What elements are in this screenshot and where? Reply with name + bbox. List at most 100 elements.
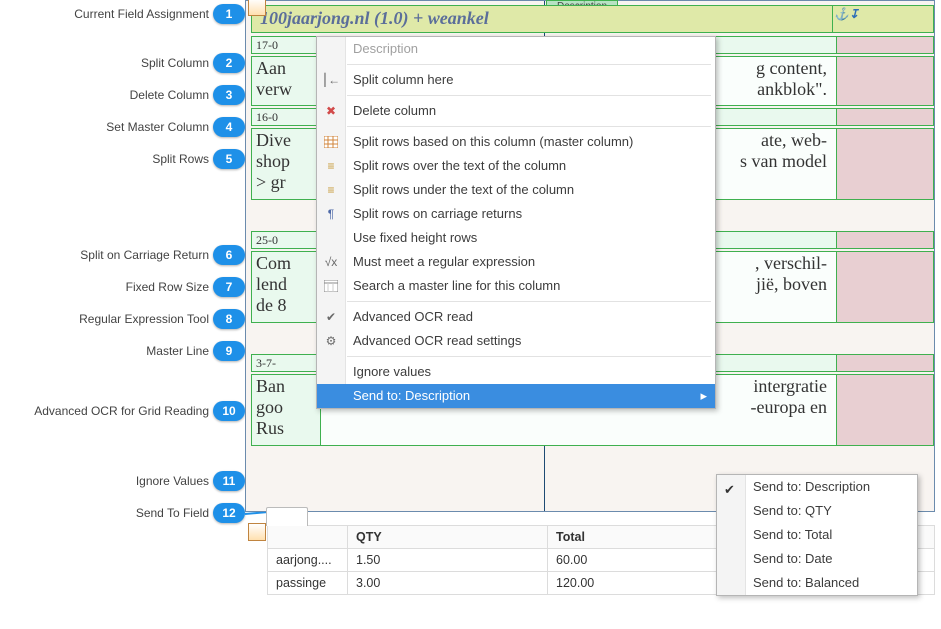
c: s van model xyxy=(740,151,827,171)
menu-split-rows-under[interactable]: ≡Split rows under the text of the column xyxy=(317,178,715,202)
mi-label: Delete column xyxy=(353,103,436,118)
callout-11: Ignore Values 11 xyxy=(0,471,245,491)
callout-4: Set Master Column4 xyxy=(0,117,245,137)
results-tab[interactable] xyxy=(266,507,308,526)
submenu-send-description[interactable]: ✔Send to: Description xyxy=(717,475,917,499)
menu-send-to[interactable]: Send to: Description ▸ xyxy=(317,384,715,408)
mi-label: Search a master line for this column xyxy=(353,278,560,293)
title-column-sep xyxy=(832,6,833,32)
column-context-menu: Description ⎮←Split column here ✖ Delete … xyxy=(316,36,716,409)
td: 3.00 xyxy=(348,572,548,595)
c: 17-0 xyxy=(252,37,321,53)
c: 3-7- xyxy=(252,355,321,371)
blank-icon xyxy=(323,230,339,246)
menu-master-line[interactable]: Search a master line for this column xyxy=(317,274,715,298)
callout-10-label: Advanced OCR for Grid Reading xyxy=(34,404,209,418)
grid-tool-icon[interactable] xyxy=(248,0,266,16)
c xyxy=(836,57,933,105)
anchor-icon[interactable]: ⚓↧ xyxy=(834,2,859,26)
menu-delete-column[interactable]: ✖ Delete column xyxy=(317,99,715,123)
menu-split-rows-over[interactable]: ≡Split rows over the text of the column xyxy=(317,154,715,178)
callout-3: Delete Column3 xyxy=(0,85,245,105)
menu-regex[interactable]: √x Must meet a regular expression xyxy=(317,250,715,274)
callout-5-label: Split Rows xyxy=(152,152,209,166)
menu-advanced-ocr[interactable]: ✔Advanced OCR read xyxy=(317,305,715,329)
mi-label: Split rows on carriage returns xyxy=(353,206,522,221)
th-qty[interactable]: QTY xyxy=(348,526,548,549)
callout-11-label: Ignore Values xyxy=(136,474,209,488)
c xyxy=(836,37,933,53)
mi-label: Send to: Description xyxy=(753,479,870,494)
callout-11-num: 11 xyxy=(213,471,245,491)
mi-label: Send to: Date xyxy=(753,551,833,566)
c: Ban xyxy=(256,376,285,396)
c: , verschil- xyxy=(755,253,827,273)
c: > gr xyxy=(256,172,286,192)
callout-5-num: 5 xyxy=(213,149,245,169)
c: Dive xyxy=(256,130,291,150)
menu-sep xyxy=(347,64,711,65)
callout-10: Advanced OCR for Grid Reading 10 xyxy=(0,401,245,421)
menu-split-carriage-return[interactable]: ¶Split rows on carriage returns xyxy=(317,202,715,226)
td: 1.50 xyxy=(348,549,548,572)
results-grid-icon[interactable] xyxy=(248,523,266,541)
submenu-send-total[interactable]: Send to: Total xyxy=(717,523,917,547)
callout-8-label: Regular Expression Tool xyxy=(79,312,209,326)
mi-label: Send to: Description xyxy=(353,388,470,403)
th-blank[interactable] xyxy=(268,526,348,549)
submenu-send-balanced[interactable]: Send to: Balanced xyxy=(717,571,917,595)
c: Com xyxy=(256,253,291,273)
submenu-send-qty[interactable]: Send to: QTY xyxy=(717,499,917,523)
split-icon: ⎮← xyxy=(323,72,339,88)
submenu-arrow-icon: ▸ xyxy=(700,384,707,408)
menu-master-column[interactable]: Split rows based on this column (master … xyxy=(317,130,715,154)
callout-6-label: Split on Carriage Return xyxy=(80,248,209,262)
mi-label: Ignore values xyxy=(353,364,431,379)
document-title: 100jaarjong.nl (1.0) + weankel ⚓↧ xyxy=(251,5,934,33)
callout-12: Send To Field12 xyxy=(0,503,245,523)
callout-12-num: 12 xyxy=(213,503,245,523)
menu-sep xyxy=(347,301,711,302)
submenu-send-date[interactable]: Send to: Date xyxy=(717,547,917,571)
mi-label: Send to: Balanced xyxy=(753,575,859,590)
callout-9-num: 9 xyxy=(213,341,245,361)
rows-under-icon: ≡ xyxy=(323,182,339,198)
menu-header-text: Description xyxy=(353,41,418,56)
callout-9-label: Master Line xyxy=(146,344,209,358)
regex-icon: √x xyxy=(323,254,339,270)
callout-3-label: Delete Column xyxy=(130,88,209,102)
c xyxy=(836,252,933,322)
mi-label: Send to: QTY xyxy=(753,503,832,518)
c: de 8 xyxy=(256,295,287,315)
mi-label: Advanced OCR read settings xyxy=(353,333,521,348)
c: intergratie xyxy=(753,376,827,396)
check-icon: ✔ xyxy=(323,309,339,325)
callout-4-label: Set Master Column xyxy=(106,120,209,134)
document-title-text: 100jaarjong.nl (1.0) + weankel xyxy=(260,8,489,28)
rows-over-icon: ≡ xyxy=(323,158,339,174)
c: ankblok". xyxy=(757,79,827,99)
c: goo xyxy=(256,397,283,417)
mi-label: Must meet a regular expression xyxy=(353,254,535,269)
table-icon xyxy=(323,134,339,150)
callout-10-num: 10 xyxy=(213,401,245,421)
c: shop xyxy=(256,151,290,171)
menu-ignore-values[interactable]: Ignore values xyxy=(317,360,715,384)
menu-split-column-here[interactable]: ⎮←Split column here xyxy=(317,68,715,92)
callout-9: Master Line 9 xyxy=(0,341,245,361)
callout-6-num: 6 xyxy=(213,245,245,265)
c xyxy=(836,355,933,371)
callout-8: Regular Expression Tool8 xyxy=(0,309,245,329)
menu-fixed-height-rows[interactable]: Use fixed height rows xyxy=(317,226,715,250)
c xyxy=(836,129,933,199)
callout-7: Fixed Row Size7 xyxy=(0,277,245,297)
callout-1-num: 1 xyxy=(213,4,245,24)
callout-5: Split Rows 5 xyxy=(0,149,245,169)
delete-icon: ✖ xyxy=(323,103,339,119)
menu-advanced-ocr-settings[interactable]: ⚙Advanced OCR read settings xyxy=(317,329,715,353)
callout-1: Current Field Assignment1 xyxy=(0,4,245,24)
blank-icon xyxy=(323,364,339,380)
c: verw xyxy=(256,79,292,99)
c: Aan xyxy=(256,58,286,78)
c: g content, xyxy=(756,58,827,78)
